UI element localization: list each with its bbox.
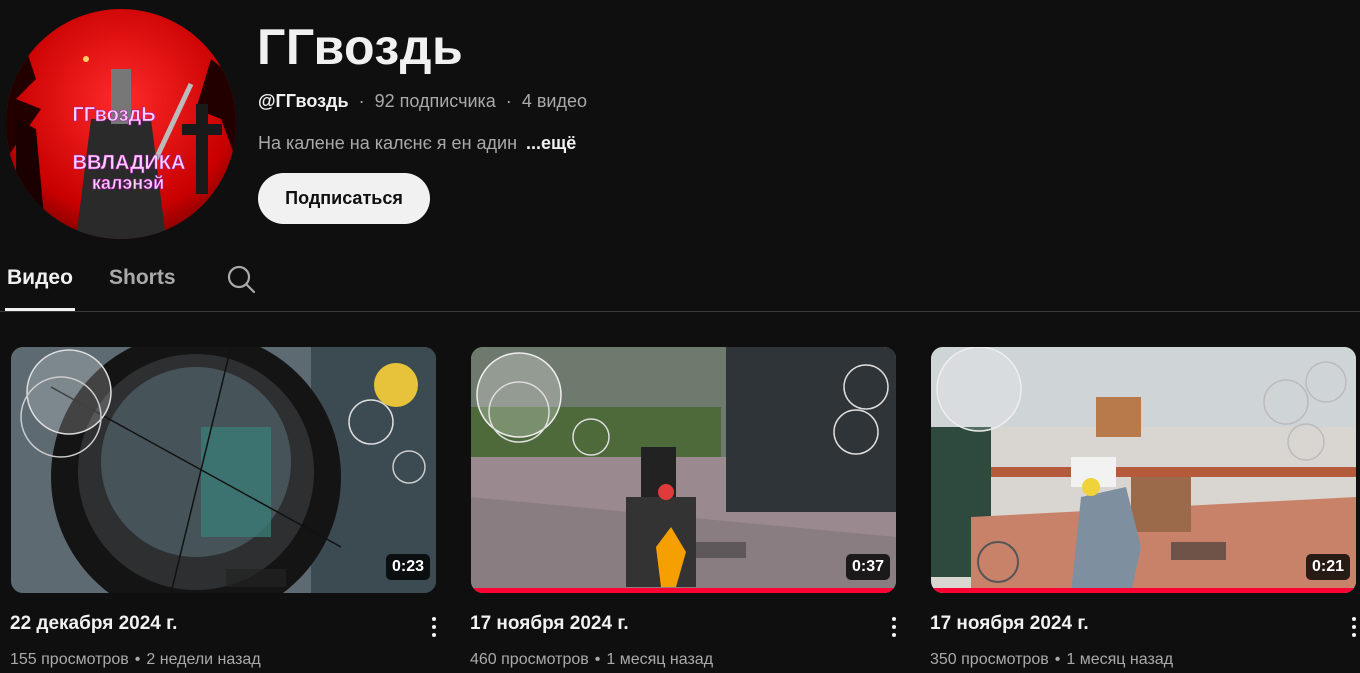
- more-vert-icon[interactable]: [426, 612, 442, 642]
- channel-handle: @ГГвоздь: [258, 91, 349, 111]
- subscribe-button[interactable]: Подписаться: [258, 173, 430, 224]
- view-count: 350 просмотров: [930, 651, 1049, 668]
- separator-dot: ·: [505, 91, 512, 111]
- video-duration: 0:21: [1305, 554, 1350, 580]
- channel-avatar[interactable]: ГГвоздЬ ВВЛАДИКА калэнэй: [6, 9, 236, 239]
- video-card[interactable]: 0:23 22 декабря 2024 г. 155 просмотров • 2…: [10, 347, 436, 668]
- channel-tabs: Видео Shorts: [0, 252, 1360, 312]
- video-thumbnail[interactable]: 0:23: [11, 347, 436, 593]
- video-thumbnail[interactable]: 0:21: [931, 347, 1356, 593]
- upload-age: 1 месяц назад: [606, 651, 714, 668]
- subscriber-count: 92 подписчика: [374, 91, 496, 111]
- video-duration: 0:37: [845, 554, 890, 580]
- separator-dot: •: [134, 651, 141, 668]
- tab-videos[interactable]: Видео: [5, 266, 75, 311]
- upload-age: 1 месяц назад: [1066, 651, 1174, 668]
- channel-name: ГГвоздь: [257, 19, 464, 75]
- separator-dot: •: [594, 651, 601, 668]
- description-text: На калене на калєнє я ен адин: [258, 133, 518, 153]
- channel-description[interactable]: На калене на калєнє я ен адин ...ещё: [258, 133, 576, 154]
- video-title[interactable]: 22 декабря 2024 г.: [10, 613, 177, 635]
- upload-age: 2 недели назад: [146, 651, 261, 668]
- separator-dot: •: [1054, 651, 1061, 668]
- video-title[interactable]: 17 ноября 2024 г.: [930, 613, 1089, 635]
- tab-shorts-label: Shorts: [109, 266, 176, 289]
- more-link[interactable]: ...ещё: [526, 133, 576, 153]
- video-meta: 350 просмотров • 1 месяц назад: [930, 651, 1173, 669]
- separator-dot: ·: [358, 91, 365, 111]
- view-count: 460 просмотров: [470, 651, 589, 668]
- watch-progress-bar: [931, 588, 1356, 593]
- more-vert-icon[interactable]: [1346, 612, 1360, 642]
- search-icon[interactable]: [226, 264, 256, 294]
- video-count: 4 видео: [521, 91, 587, 111]
- avatar-text-3: калэнэй: [92, 173, 164, 193]
- video-card[interactable]: 0:37 17 ноября 2024 г. 460 просмотров • 1 …: [470, 347, 896, 668]
- video-card[interactable]: 0:21 17 ноября 2024 г. 350 просмотров • 1 …: [930, 347, 1356, 668]
- watch-progress-bar: [471, 588, 896, 593]
- avatar-text-2: ВВЛАДИКА: [73, 152, 186, 174]
- video-title[interactable]: 17 ноября 2024 г.: [470, 613, 629, 635]
- channel-meta: @ГГвоздь · 92 подписчика · 4 видео: [258, 91, 587, 112]
- video-meta: 155 просмотров • 2 недели назад: [10, 651, 261, 669]
- video-thumbnail[interactable]: 0:37: [471, 347, 896, 593]
- view-count: 155 просмотров: [10, 651, 129, 668]
- video-meta: 460 просмотров • 1 месяц назад: [470, 651, 713, 669]
- tab-videos-label: Видео: [7, 266, 73, 289]
- avatar-text-1: ГГвоздЬ: [72, 104, 155, 126]
- tab-shorts[interactable]: Shorts: [109, 266, 176, 290]
- more-vert-icon[interactable]: [886, 612, 902, 642]
- active-tab-indicator: [5, 308, 75, 311]
- video-duration: 0:23: [385, 554, 430, 580]
